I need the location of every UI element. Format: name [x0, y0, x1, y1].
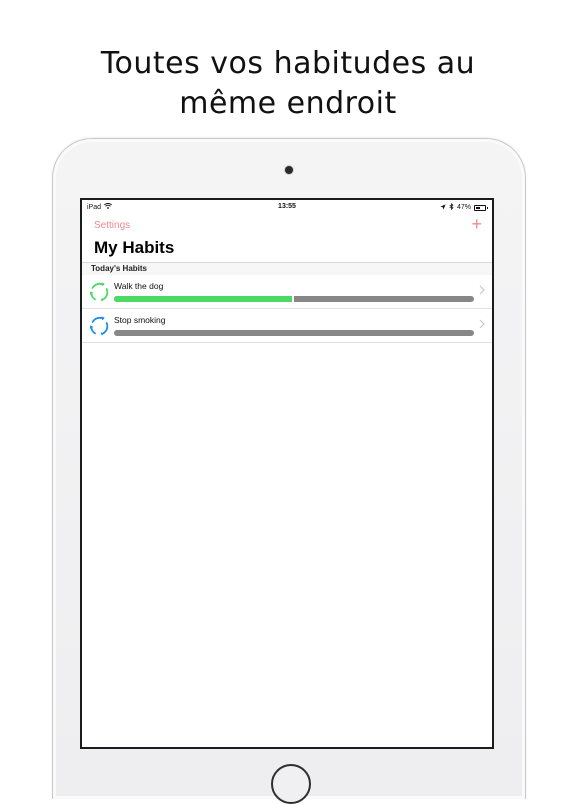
- battery-icon: [474, 204, 488, 211]
- section-header-label: Today's Habits: [91, 264, 147, 273]
- front-camera: [285, 166, 293, 174]
- app-screen: iPad 13:55 47% Settings + My Habits Toda…: [80, 198, 494, 749]
- bluetooth-icon: [449, 202, 454, 212]
- settings-button[interactable]: Settings: [94, 220, 130, 231]
- status-bar: iPad 13:55 47%: [82, 200, 492, 214]
- page-title: My Habits: [94, 238, 175, 257]
- location-arrow-icon: [440, 203, 446, 212]
- headline-line-2: même endroit: [179, 86, 397, 121]
- home-button: [271, 764, 311, 804]
- add-habit-button[interactable]: +: [471, 214, 482, 234]
- cycle-arrows-icon: [88, 281, 110, 303]
- habit-name: Stop smoking: [114, 315, 166, 325]
- marketing-headline: Toutes vos habitudes au même endroit: [0, 44, 576, 124]
- battery-percent: 47%: [456, 204, 471, 211]
- habit-row-stop-smoking[interactable]: Stop smoking: [82, 309, 492, 343]
- headline-line-1: Toutes vos habitudes au: [100, 46, 476, 81]
- habit-progress-bar: [114, 296, 474, 302]
- chevron-right-icon: [479, 319, 485, 332]
- chevron-right-icon: [479, 285, 485, 298]
- habit-progress-fill: [114, 296, 294, 302]
- habit-progress-bar: [114, 330, 474, 336]
- section-header: Today's Habits: [82, 262, 492, 275]
- battery-level: [476, 206, 480, 209]
- status-time: 13:55: [278, 203, 296, 210]
- habit-name: Walk the dog: [114, 281, 164, 291]
- habit-row-walk-the-dog[interactable]: Walk the dog: [82, 275, 492, 309]
- cycle-arrows-icon: [88, 315, 110, 337]
